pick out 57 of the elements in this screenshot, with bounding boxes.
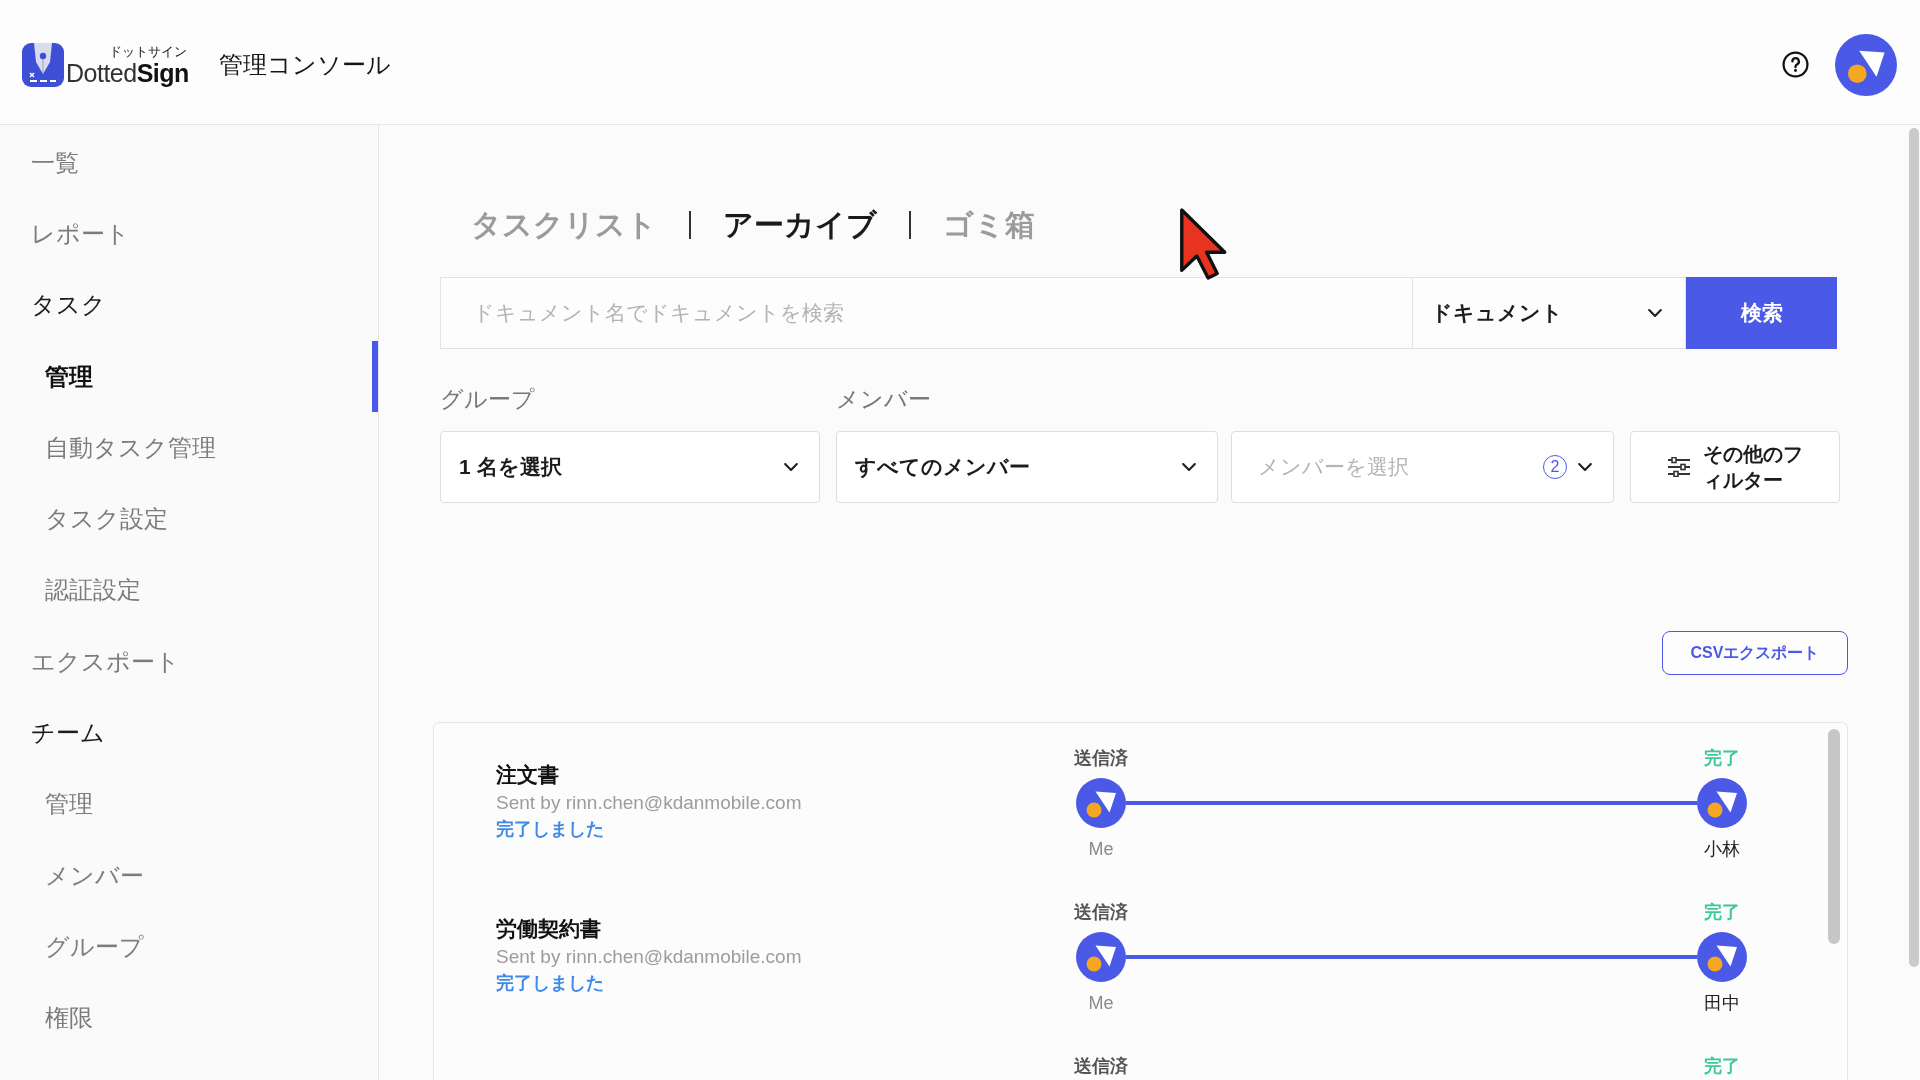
- step-label: 完了: [1704, 901, 1740, 924]
- step-label: 送信済: [1074, 1055, 1128, 1078]
- brand-name: DottedSign: [66, 58, 189, 87]
- sidebar-item[interactable]: タスク設定: [0, 483, 378, 555]
- signer-name: Me: [1088, 992, 1114, 1015]
- sidebar-item[interactable]: 自動タスク管理: [0, 412, 378, 484]
- search-field[interactable]: ドキュメント名でドキュメントを検索: [440, 277, 1412, 349]
- member-picker[interactable]: メンバーを選択 2: [1231, 431, 1614, 503]
- csv-export-button[interactable]: CSVエクスポート: [1662, 631, 1848, 675]
- signer-name: 田中: [1704, 992, 1740, 1015]
- sidebar-item[interactable]: チーム: [0, 697, 378, 769]
- step-label: 送信済: [1074, 901, 1128, 924]
- signer-name: Me: [1088, 838, 1114, 861]
- scrollbar[interactable]: [1828, 729, 1840, 944]
- sender-text: Sent by rinn.chen@kdanmobile.com: [496, 945, 802, 969]
- sliders-icon: [1667, 457, 1691, 477]
- tab[interactable]: ゴミ箱: [943, 205, 1035, 245]
- step-label: 完了: [1704, 747, 1740, 770]
- tab[interactable]: アーカイブ: [723, 205, 877, 245]
- sender-text: Sent by rinn.chen@kdanmobile.com: [496, 791, 802, 815]
- step-label: 送信済: [1074, 747, 1128, 770]
- avatar-icon: [1076, 778, 1126, 828]
- console-title: 管理コンソール: [218, 49, 391, 80]
- document-title[interactable]: 労働契約書: [496, 915, 601, 943]
- logo-icon: [22, 42, 64, 87]
- sidebar-item[interactable]: タスク: [0, 269, 378, 341]
- document-title[interactable]: 注文書: [496, 761, 559, 789]
- help-icon[interactable]: [1782, 51, 1809, 78]
- filter-label: グループ: [440, 385, 535, 414]
- signer-name: 小林: [1704, 838, 1740, 861]
- mouse-pointer-icon: [1178, 206, 1227, 282]
- search-button[interactable]: 検索: [1686, 277, 1837, 349]
- status-text: 完了しました: [496, 818, 604, 841]
- sidebar-item[interactable]: 認証設定: [0, 554, 378, 627]
- filter-label: メンバー: [836, 385, 931, 414]
- sidebar-item[interactable]: 権限: [0, 982, 378, 1054]
- more-filters-button[interactable]: その他のフィルター: [1630, 431, 1840, 503]
- sidebar-item[interactable]: グループ: [0, 911, 378, 983]
- member-search-field[interactable]: メンバーを選択: [1254, 447, 1535, 487]
- sidebar-item[interactable]: メンバー: [0, 839, 378, 912]
- scrollbar[interactable]: [1909, 128, 1919, 967]
- group-select[interactable]: 1 名を選択: [440, 431, 820, 503]
- sidebar-item[interactable]: 管理: [0, 340, 378, 413]
- sidebar-item[interactable]: 管理: [0, 768, 378, 840]
- avatar-icon[interactable]: [1835, 33, 1897, 96]
- brand-kana: ドットサイン: [108, 43, 187, 59]
- scope-dropdown[interactable]: ドキュメント: [1412, 277, 1686, 349]
- sidebar-item[interactable]: レポート: [0, 198, 378, 270]
- status-text: 完了しました: [496, 972, 604, 995]
- avatar-icon: [1697, 778, 1747, 828]
- sidebar-item[interactable]: 一覧: [0, 127, 378, 199]
- tab[interactable]: タスクリスト: [471, 205, 657, 245]
- member-select[interactable]: すべてのメンバー: [836, 431, 1218, 503]
- step-label: 完了: [1704, 1055, 1740, 1078]
- sidebar-item[interactable]: エクスポート: [0, 626, 378, 698]
- avatar-icon: [1076, 932, 1126, 982]
- avatar-icon: [1697, 932, 1747, 982]
